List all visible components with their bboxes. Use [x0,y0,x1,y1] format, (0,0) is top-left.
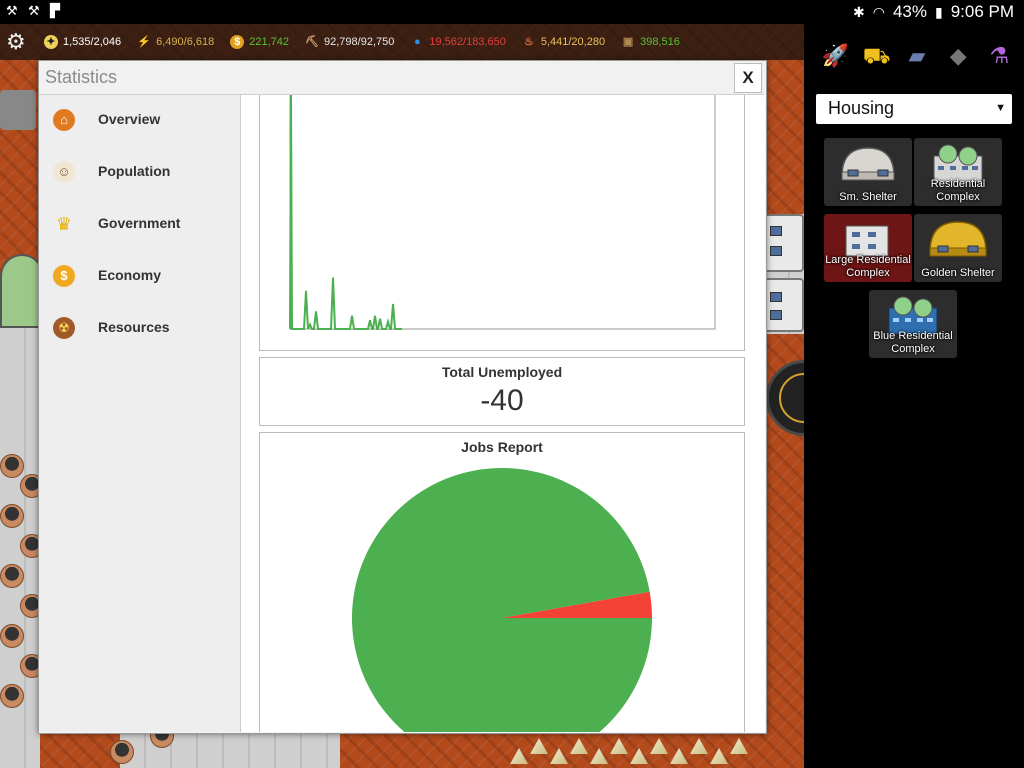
landing-pad[interactable] [766,360,804,436]
building-residential-complex[interactable]: Residential Complex [914,138,1002,206]
nav-item-government[interactable]: ♛ Government [39,199,239,251]
building-large-residential-complex[interactable]: Large Residential Complex [824,214,912,282]
jobs-pie-chart [352,468,652,732]
jobs-report-title: Jobs Report [461,439,543,455]
jobs-report-card: Jobs Report [259,432,745,732]
lightning-icon: ⚡ [137,36,151,48]
building-golden-shelter[interactable]: Golden Shelter [914,214,1002,282]
history-line-chart [289,95,716,330]
nav-item-resources[interactable]: ☢ Resources [39,303,239,355]
food-icon: ♨ [523,36,534,48]
building-label: Blue Residential Complex [873,330,953,355]
nav-label: Population [98,163,171,179]
gear-icon[interactable]: ⚙ [6,31,28,53]
golden-shelter-thumbnail [929,221,987,257]
category-icons: 🚀 ⛟ ▰ ◆ ⚗ [814,38,1020,74]
resources-icon: ☢ [53,317,75,339]
home-icon: ⌂ [53,109,75,131]
colony-building[interactable] [764,214,804,272]
crate-icon: ▣ [622,36,634,48]
building-blue-residential-complex[interactable]: Blue Residential Complex [869,290,957,358]
resource-lightning[interactable]: ⚡ 6,490/6,618 [137,35,214,49]
resource-water-drop[interactable]: ● 19,562/183,650 [410,35,506,49]
nav-label: Government [98,215,181,231]
nav-label: Overview [98,111,161,127]
category-dropdown-value: Housing [828,98,895,118]
statistics-dialog: Statistics X ⌂ Overview ☺ Population ♛ G… [38,60,767,734]
coin-icon: $ [230,35,245,49]
resource-list: ✦ 1,535/2,046 ⚡ 6,490/6,618 $221,742 ⛏ 92,798/… [28,35,680,49]
history-chart-card [259,95,745,351]
sm-shelter-thumbnail [841,147,895,181]
system-status: ✱ ◠ 43% ▮ 9:06 PM [853,2,1014,22]
resource-coin[interactable]: $221,742 [230,35,289,49]
resource-value: 6,490/6,618 [156,36,215,48]
dollar-coin-icon: $ [53,265,75,287]
dialog-titlebar: Statistics X [39,61,764,95]
nav-item-economy[interactable]: $ Economy [39,251,239,303]
building-label: Golden Shelter [921,267,995,279]
crate-icon[interactable]: ◆ [945,43,971,69]
resource-crate[interactable]: ▣ 398,516 [621,35,680,49]
colony-building[interactable] [764,278,804,332]
building-label: Residential Complex [930,178,986,203]
solar-panel-icon[interactable]: ▰ [904,43,930,69]
bluetooth-icon: ✱ [852,3,865,20]
resource-value: 1,535/2,046 [63,36,122,48]
nav-item-population[interactable]: ☺ Population [39,147,239,199]
stats-nav: ⌂ Overview ☺ Population ♛ Government $ E… [39,95,241,732]
resource-pickaxe[interactable]: ⛏ 92,798/92,750 [305,35,394,49]
resource-bar: ⚙ ✦ 1,535/2,046 ⚡ 6,490/6,618 $221,742 ⛏ 92,79… [0,24,804,60]
resource-value: 221,742 [249,36,290,48]
notification-icon: ⚒ [28,3,40,18]
flask-icon[interactable]: ⚗ [986,43,1012,69]
building-label: Large Residential Complex [825,254,911,279]
water-drop-icon: ● [414,36,421,48]
clock: 9:06 PM [950,2,1014,21]
stats-content[interactable]: Total Unemployed -40 Jobs Report [241,95,765,732]
nav-label: Economy [98,267,162,283]
resource-value: 19,562/183,650 [429,36,506,48]
nav-item-overview[interactable]: ⌂ Overview [39,95,239,147]
resource-lightbulb[interactable]: ✦ 1,535/2,046 [44,35,121,49]
wifi-icon: ◠ [872,3,885,20]
series-line [289,95,402,330]
bulldozer-icon[interactable]: ⛟ [863,43,891,69]
lightbulb-icon: ✦ [44,35,58,49]
resource-value: 398,516 [640,36,680,48]
battery-percent: 43% [892,2,927,21]
pickaxe-icon: ⛏ [305,36,319,48]
unemployed-title: Total Unemployed [441,364,563,380]
resource-value: 92,798/92,750 [324,36,395,48]
nav-label: Resources [98,319,170,335]
plot-frame [289,95,716,330]
building-sm-shelter[interactable]: Sm. Shelter [824,138,912,206]
build-sidebar: 🚀 ⛟ ▰ ◆ ⚗ Housing ▼ Sm. Shelter Resident… [804,24,1024,768]
caret-down-icon: ▼ [995,102,1006,114]
dialog-title: Statistics [45,67,118,87]
status-bar: ⚒ ⚒ ▛ ✱ ◠ 43% ▮ 9:06 PM [0,0,1024,24]
rocket-icon[interactable]: 🚀 [822,43,849,69]
flipboard-icon: ▛ [50,3,60,18]
close-button[interactable]: X [734,63,762,93]
storage-tank[interactable] [0,90,36,130]
unemployed-card: Total Unemployed -40 [259,357,745,426]
crown-icon: ♛ [55,214,73,234]
people-icon: ☺ [53,161,75,183]
category-dropdown[interactable]: Housing ▼ [816,94,1012,124]
notification-icons: ⚒ ⚒ ▛ [6,4,66,18]
resource-value: 5,441/20,280 [540,36,606,48]
resource-food[interactable]: ♨ 5,441/20,280 [522,35,605,49]
building-label: Sm. Shelter [839,191,897,203]
notification-icon: ⚒ [6,3,18,18]
unemployed-value: -40 [480,384,524,417]
battery-icon: ▮ [934,3,943,20]
